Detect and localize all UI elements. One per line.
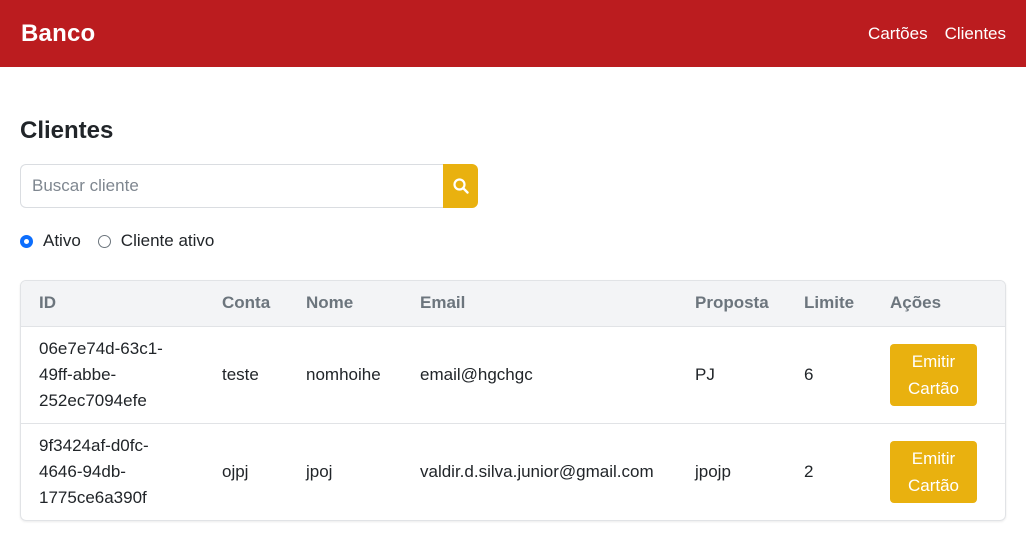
nav-link-clientes[interactable]: Clientes — [945, 24, 1006, 44]
cell-acoes: Emitir Cartão — [872, 326, 1005, 423]
search-input[interactable] — [20, 164, 443, 208]
clients-table: ID Conta Nome Email Proposta Limite Açõe… — [21, 281, 1005, 520]
cell-id-line: 9f3424af-d0fc- — [39, 435, 149, 455]
cell-email: email@hgchgc — [420, 364, 533, 384]
cell-email: valdir.d.silva.junior@gmail.com — [402, 422, 677, 520]
radio-ativo-label: Ativo — [43, 231, 81, 250]
cell-id: 06e7e74d-63c1- 49ff-abbe- 252ec7094efe — [21, 326, 204, 423]
cell-proposta: jpojp — [677, 422, 786, 520]
cell-id-line: 06e7e74d-63c1- — [39, 338, 163, 358]
page-title: Clientes — [20, 117, 114, 144]
navbar: Banco Cartões Clientes — [0, 0, 1026, 67]
column-header-email: Email — [402, 281, 677, 327]
cell-conta: teste — [222, 364, 259, 384]
table-row: 06e7e74d-63c1- 49ff-abbe- 252ec7094efe t… — [21, 326, 1005, 423]
search-button[interactable] — [443, 164, 478, 208]
radio-ativo-input[interactable] — [20, 234, 33, 248]
emit-card-button[interactable]: Emitir Cartão — [890, 343, 977, 406]
search-icon — [452, 178, 469, 194]
cell-id-line: 49ff-abbe- — [39, 364, 117, 384]
column-header-nome: Nome — [288, 281, 402, 327]
radio-cliente-ativo-label: Cliente ativo — [120, 231, 215, 250]
emit-card-button-label: Cartão — [907, 475, 960, 495]
search-group — [20, 164, 478, 208]
clients-table-card: ID Conta Nome Email Proposta Limite Açõe… — [20, 280, 1006, 521]
radio-cliente-ativo-input[interactable] — [97, 234, 111, 248]
cell-id: 9f3424af-d0fc- 4646-94db- 1775ce6a390f — [21, 422, 204, 520]
cell-id-line: 252ec7094efe — [39, 390, 147, 410]
column-header-limite: Limite — [786, 281, 872, 327]
status-filter: Ativo Cliente ativo — [20, 230, 1006, 252]
emit-card-button[interactable]: Emitir Cartão — [890, 440, 977, 503]
emit-card-button-label: Emitir — [911, 351, 956, 371]
column-header-acoes: Ações — [872, 281, 1005, 327]
cell-id-line: 1775ce6a390f — [39, 487, 147, 507]
main-content: Clientes Ativo Cliente ativo ID Conta — [0, 116, 1026, 521]
nav-links: Cartões Clientes — [868, 24, 1006, 44]
cell-acoes: Emitir Cartão — [872, 422, 1005, 520]
cell-conta: ojpj — [204, 422, 288, 520]
column-header-proposta: Proposta — [677, 281, 786, 327]
nav-link-cartoes[interactable]: Cartões — [868, 24, 928, 44]
cell-limite: 6 — [804, 364, 814, 384]
cell-id-line: 4646-94db- — [39, 461, 126, 481]
column-header-id: ID — [21, 281, 204, 327]
radio-cliente-ativo[interactable]: Cliente ativo — [97, 231, 215, 251]
emit-card-button-label: Cartão — [907, 378, 960, 398]
radio-ativo[interactable]: Ativo — [20, 231, 81, 251]
cell-limite: 2 — [786, 422, 872, 520]
table-row: 9f3424af-d0fc- 4646-94db- 1775ce6a390f o… — [21, 422, 1005, 520]
table-header-row: ID Conta Nome Email Proposta Limite Açõe… — [21, 281, 1005, 327]
cell-nome: nomhoihe — [306, 364, 381, 384]
column-header-conta: Conta — [204, 281, 288, 327]
brand-logo[interactable]: Banco — [21, 20, 95, 48]
cell-nome: jpoj — [288, 422, 402, 520]
cell-proposta: PJ — [695, 364, 715, 384]
emit-card-button-label: Emitir — [911, 448, 956, 468]
